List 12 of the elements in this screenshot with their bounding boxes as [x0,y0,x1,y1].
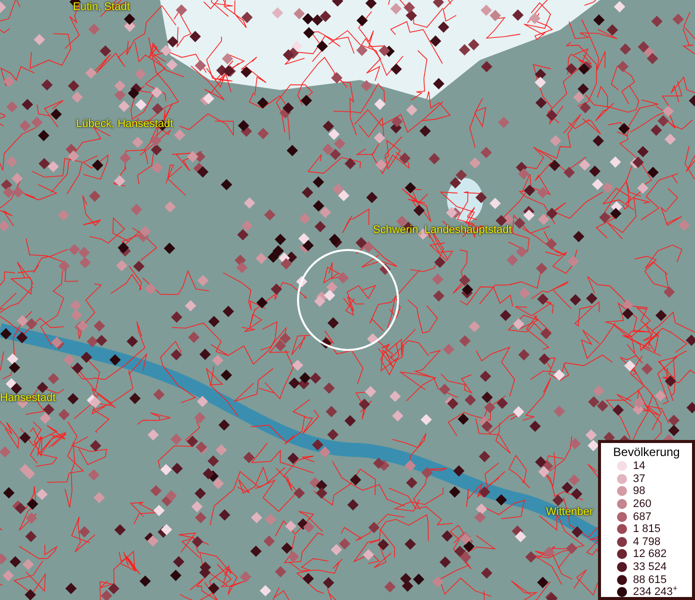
legend-label: 687 [633,510,652,523]
legend-label: 98 [633,485,646,498]
legend-label: 260 [633,498,652,510]
legend-title: Bevölkerung [612,445,681,460]
legend-label: 14 [633,460,646,472]
legend-label: 88 615 [633,574,667,586]
legend-label: 4 798 [633,536,661,548]
legend-label: 234 243$^{+}$ [633,586,678,598]
legend-label: 1 815 [633,523,661,536]
legend-label: 37 [633,472,646,485]
legend-label: 33 524 [633,561,667,574]
legend-label: 12 682 [633,548,667,560]
